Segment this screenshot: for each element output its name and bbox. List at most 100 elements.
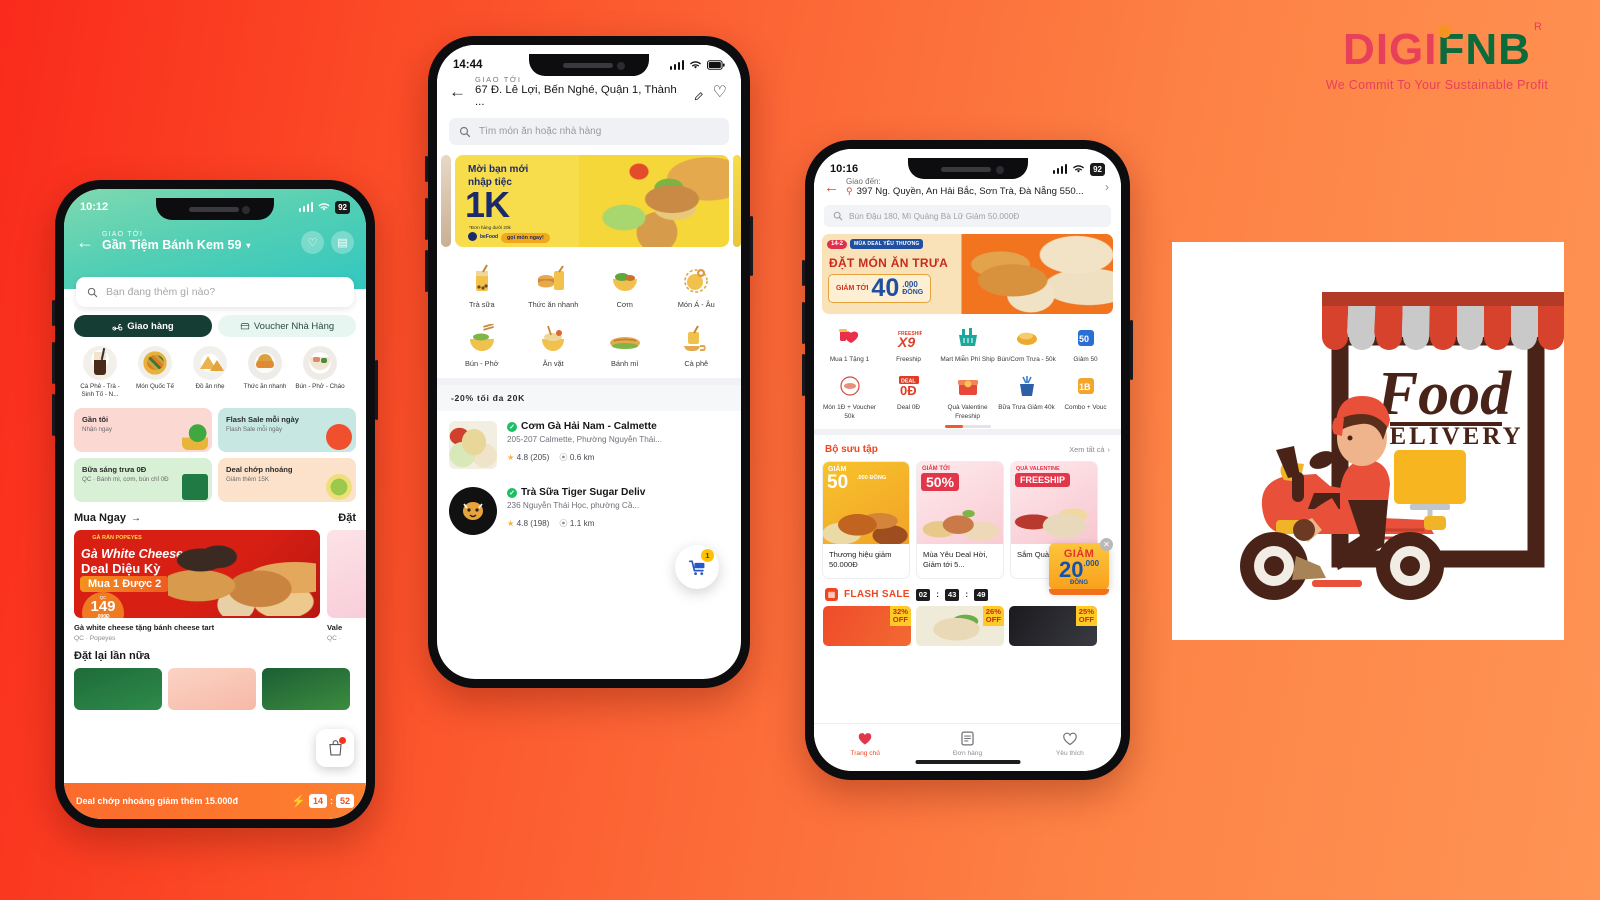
collection-card[interactable]: GIẢM TỚI 50% Mùa Yêu Deal Hời, Giảm tới … — [916, 460, 1004, 580]
heart-icon[interactable]: ♡ — [713, 82, 727, 102]
chevron-down-icon: ▾ — [246, 240, 251, 250]
back-arrow-icon[interactable]: ← — [824, 179, 839, 196]
phone3-search-bar[interactable]: Bún Đậu 180, Mì Quảng Bà Lữ Giảm 50.000Đ — [824, 205, 1111, 227]
phone3-address-row[interactable]: ← Giao đến: ⚲ 397 Ng. Quyền, An Hải Bắc,… — [824, 177, 1109, 197]
reorder-card[interactable] — [168, 667, 256, 710]
phone2-search-bar[interactable]: Tìm món ăn hoặc nhà hàng — [449, 118, 729, 145]
quick-action-deal-0d[interactable]: DEAL 0Đ Deal 0Đ — [879, 371, 938, 421]
floating-cart-button[interactable] — [316, 729, 354, 767]
combo-icon: 1B — [1056, 371, 1115, 401]
flash-card[interactable]: 32% OFF — [823, 606, 911, 647]
banner-card-valentine[interactable]: Vale QC · — [327, 530, 366, 642]
phone1-mute-button[interactable] — [52, 300, 55, 326]
phone1-address[interactable]: Gần Tiệm Bánh Kem 59 ▾ — [102, 238, 250, 252]
bubble-tea-icon — [447, 259, 517, 295]
banner-1k[interactable]: Mời bạn mới nhập tiệc 1K *Đơn hàng dưới … — [455, 155, 729, 247]
close-icon[interactable]: ✕ — [1100, 537, 1113, 551]
flash-card[interactable]: 26% OFF — [916, 606, 1004, 647]
category-bun-pho[interactable]: Bún - Phở — [447, 318, 517, 369]
logo-fnb: FNB — [1437, 25, 1531, 74]
phone3-volume-down-button[interactable] — [802, 354, 805, 396]
note-icon[interactable]: ▤ — [331, 231, 354, 254]
heart-icon[interactable]: ♡ — [301, 231, 324, 254]
phone3-volume-up-button[interactable] — [802, 302, 805, 344]
category-an-vat[interactable]: Ăn vặt — [519, 318, 589, 369]
category-tra-sua[interactable]: Trà sữa — [447, 259, 517, 310]
banner-cta-button[interactable]: gọi món ngay! — [501, 233, 550, 243]
category-item[interactable]: Bún - Phở - Cháo — [294, 346, 346, 399]
quick-action-qua-valentine[interactable]: Quà Valentine Freeship — [938, 371, 997, 421]
promo-card-gan-toi[interactable]: Gần tôi Nhận ngay — [74, 408, 212, 453]
see-all-link[interactable]: Xem tất cả › — [1069, 445, 1110, 454]
phone1-screen: 10:12 92 ← GIAO TỚI Gần Tiệm Bánh Kem 59… — [64, 189, 366, 819]
category-item[interactable]: Đồ ăn nhẹ — [184, 346, 236, 399]
phone1-search-bar[interactable]: Bạn đang thèm gì nào? — [76, 277, 354, 307]
restaurant-row[interactable]: ✓ Cơm Gà Hải Nam - Calmette 205-207 Calm… — [437, 411, 741, 477]
promo-card-deal-chop-nhoang[interactable]: Deal chớp nhoáng Giảm thêm 15K — [218, 458, 356, 503]
quick-action-mart[interactable]: Mart Miễn Phí Ship — [938, 323, 997, 364]
phone2-search-placeholder: Tìm món ăn hoặc nhà hàng — [479, 126, 602, 137]
banner-next-peek[interactable] — [733, 155, 741, 247]
countdown-hours: 02 — [915, 588, 931, 601]
category-item[interactable]: Món Quốc Tế — [129, 346, 181, 399]
phone2-volume-up-button[interactable] — [425, 198, 428, 240]
flash-card[interactable]: 25% OFF — [1009, 606, 1097, 647]
collection-card[interactable]: GIẢM 50 .000 ĐỒNG Thương hiệu giảm 50.00… — [822, 460, 910, 580]
restaurant-row[interactable]: ✓ Trà Sữa Tiger Sugar Deliv 236 Nguyễn T… — [437, 477, 741, 543]
category-banh-mi[interactable]: Bánh mì — [590, 318, 660, 369]
reorder-card[interactable] — [74, 667, 162, 710]
signal-icon — [1052, 164, 1068, 174]
phone1-flash-bar[interactable]: Deal chớp nhoáng giảm thêm 15.000đ ⚡ 14 … — [64, 783, 366, 819]
category-ca-phe[interactable]: Cà phê — [662, 318, 732, 369]
phone1-promo-grid: Gần tôi Nhận ngay Flash Sale mỗi ngày Fl… — [74, 408, 356, 503]
restaurant-name-row: ✓ Cơm Gà Hải Nam - Calmette — [507, 421, 729, 432]
category-thuc-an-nhanh[interactable]: Thức ăn nhanh — [519, 259, 589, 310]
tab-voucher-nha-hang[interactable]: Voucher Nhà Hàng — [218, 315, 356, 337]
back-arrow-icon[interactable]: ← — [76, 233, 94, 251]
category-item[interactable]: Cà Phê - Trà - Sinh Tố - N... — [74, 346, 126, 399]
nav-item-don-hang[interactable]: Đơn hàng — [916, 730, 1018, 757]
banner-card-popeyes[interactable]: GÀ RÁN POPEYES Gà White Cheese Deal Diệu… — [74, 530, 320, 642]
promo-title: Gần tôi — [82, 415, 109, 425]
quick-action-freeship[interactable]: FREESHIP X9 Freeship — [879, 323, 938, 364]
phone3-lunch-banner[interactable]: 14-2 MÙA DEAL YÊU THƯƠNG ĐẶT MÓN ĂN TRƯA… — [822, 234, 1113, 314]
phone2-power-button[interactable] — [750, 216, 753, 276]
phone2-volume-down-button[interactable] — [425, 250, 428, 292]
phone3-mute-button[interactable] — [802, 260, 805, 286]
nav-item-trang-chu[interactable]: Trang chủ — [814, 730, 916, 757]
banner-price-badge: QC 149 .000Đ — [82, 592, 124, 619]
phone2-mute-button[interactable] — [425, 156, 428, 182]
quick-action-mon-1d[interactable]: Món 1Đ + Voucher 50k — [820, 371, 879, 421]
chevron-right-icon[interactable]: › — [1105, 180, 1109, 194]
see-all-label: Xem tất cả — [1069, 444, 1105, 454]
quick-action-mua-1-tang-1[interactable]: Mua 1 Tặng 1 — [820, 323, 879, 364]
category-com[interactable]: Cơm — [590, 259, 660, 310]
phone1-power-button[interactable] — [375, 360, 378, 420]
popup-footer-strip — [1049, 589, 1109, 595]
back-arrow-icon[interactable]: ← — [449, 82, 466, 102]
phone3-promo-popup[interactable]: ✕ GIẢM 20 .000 ĐỒNG — [1049, 537, 1113, 595]
reorder-card[interactable] — [262, 667, 350, 710]
phone2-address-row[interactable]: ← GIAO TỚI 67 Đ. Lê Lợi, Bến Nghé, Quận … — [449, 75, 727, 108]
promo-card-bua-sang[interactable]: Bữa sáng trưa 0Đ QC · Bánh mì, cơm, bún … — [74, 458, 212, 503]
arrow-right-icon[interactable]: → — [131, 513, 141, 524]
phone3-power-button[interactable] — [1130, 320, 1133, 380]
banner-prev-peek[interactable] — [441, 155, 451, 247]
phone1-volume-down-button[interactable] — [52, 394, 55, 436]
banner-line1: Mời bạn mới — [468, 164, 529, 175]
quick-action-combo[interactable]: 1B Combo + Vouc — [1056, 371, 1115, 421]
category-mon-a-au[interactable]: Món Á - Âu — [662, 259, 732, 310]
category-item[interactable]: Thức ăn nhanh — [239, 346, 291, 399]
floating-cart-button[interactable]: 1 — [675, 545, 719, 589]
logo-digi: DIGI — [1343, 25, 1438, 74]
promo-card-flash-sale[interactable]: Flash Sale mỗi ngày Flash Sale mỗi ngày — [218, 408, 356, 453]
quick-action-giam-50[interactable]: 50 Giảm 50 — [1056, 323, 1115, 364]
restaurant-thumbnail — [449, 421, 497, 470]
nav-item-yeu-thich[interactable]: Yêu thích — [1019, 730, 1121, 757]
phone2-address[interactable]: 67 Đ. Lê Lợi, Bến Nghé, Quận 1, Thành ..… — [475, 84, 704, 108]
tab-giao-hang[interactable]: Giao hàng — [74, 315, 212, 337]
phone3-address[interactable]: ⚲ 397 Ng. Quyền, An Hải Bắc, Sơn Trà, Đà… — [846, 186, 1098, 197]
quick-action-bun-com-trua[interactable]: Bún/Cơm Trưa - 50k — [997, 323, 1056, 364]
quick-action-bua-trua[interactable]: Bữa Trưa Giảm 40k — [997, 371, 1056, 421]
phone1-volume-up-button[interactable] — [52, 342, 55, 384]
